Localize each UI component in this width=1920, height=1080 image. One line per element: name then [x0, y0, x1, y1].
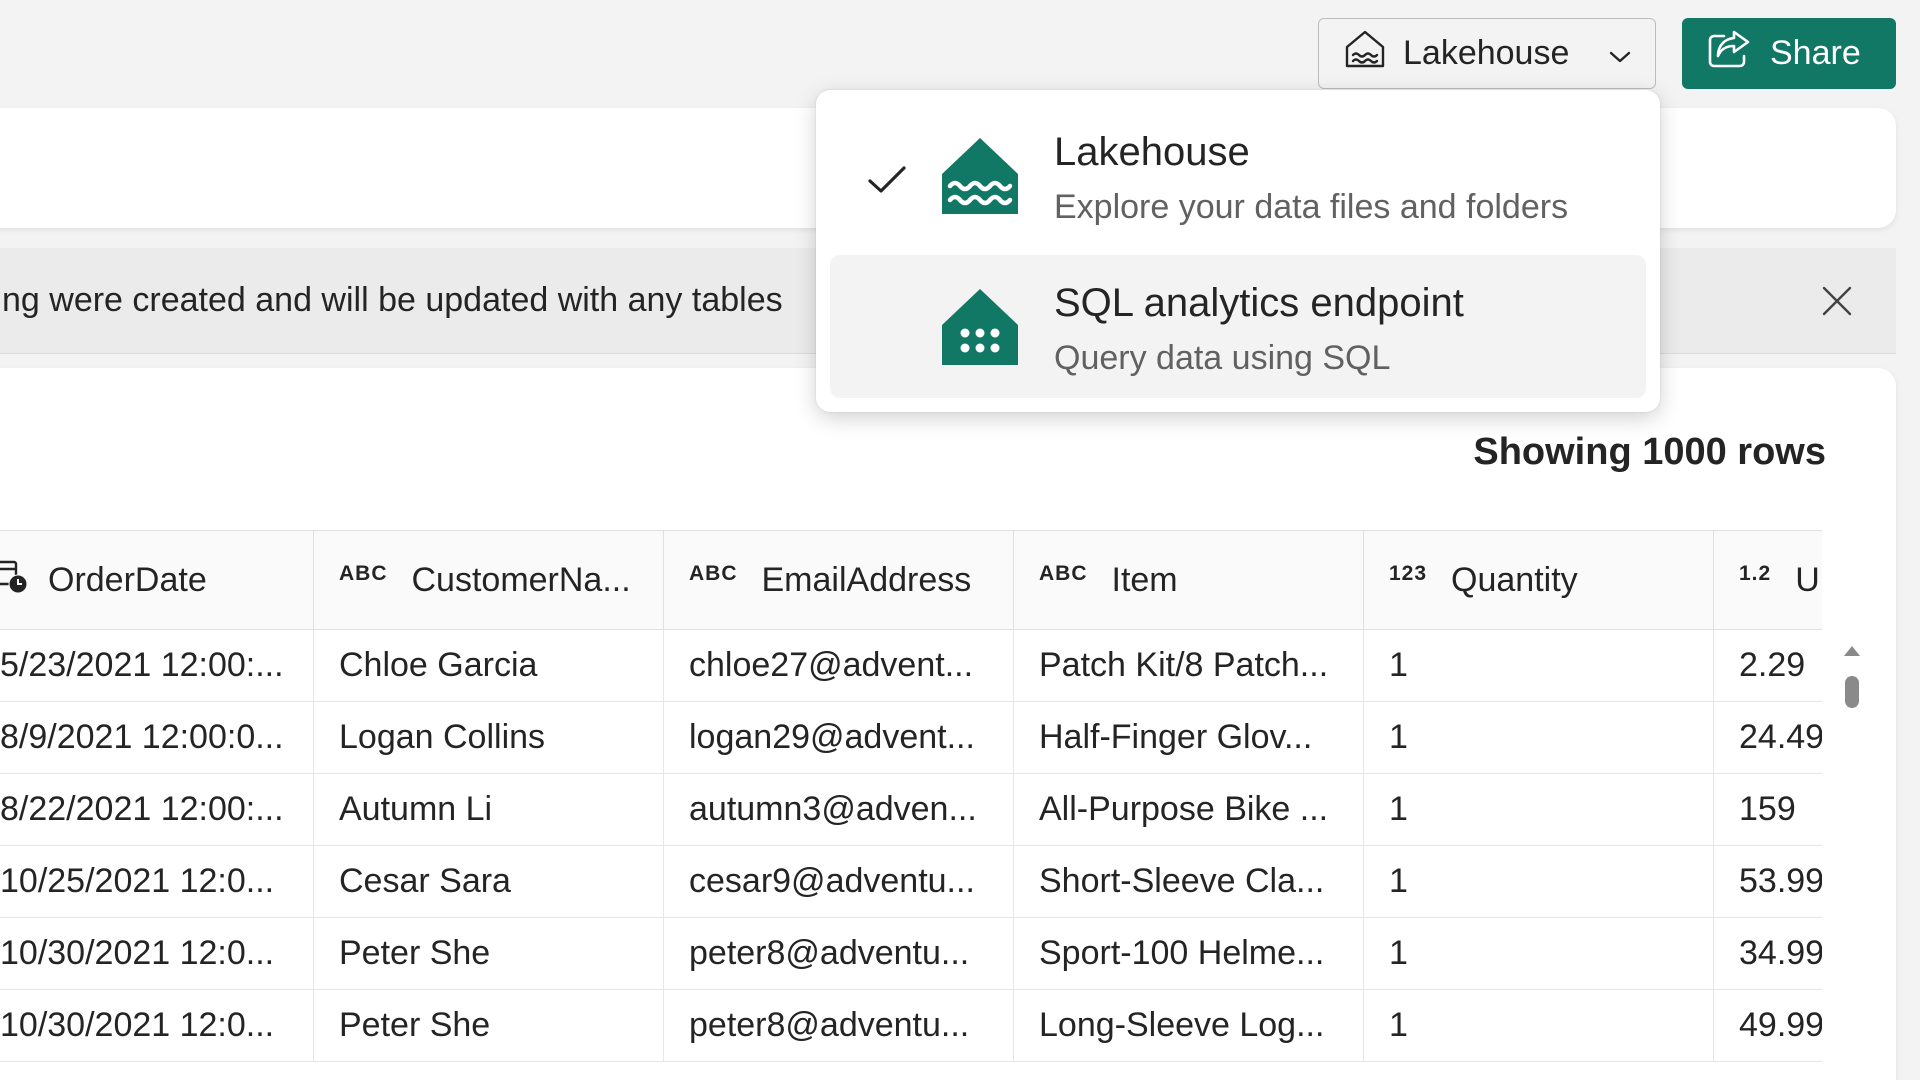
table-body: 5/23/2021 12:00:... Chloe Garcia chloe27… — [0, 630, 1822, 1062]
menu-item-subtitle: Explore your data files and folders — [1054, 188, 1569, 226]
menu-item-title: SQL analytics endpoint — [1054, 281, 1464, 325]
menu-item-text: SQL analytics endpoint Query data using … — [1054, 277, 1464, 383]
table-cell: logan29@advent... — [664, 702, 1014, 773]
table-cell: Autumn Li — [314, 774, 664, 845]
table-cell: Short-Sleeve Cla... — [1014, 846, 1364, 917]
rows-count-label: Showing 1000 rows — [1473, 431, 1826, 473]
menu-item-sql-analytics-endpoint[interactable]: SQL analytics endpoint Query data using … — [830, 255, 1646, 398]
table-cell: cesar9@adventu... — [664, 846, 1014, 917]
menu-item-subtitle: Query data using SQL — [1054, 339, 1391, 377]
text-type-badge: ABC — [689, 562, 738, 585]
checkmark-icon — [866, 164, 908, 196]
table-row[interactable]: 8/9/2021 12:00:0... Logan Collins logan2… — [0, 702, 1822, 774]
table-cell: 10/30/2021 12:0... — [0, 990, 314, 1061]
table-cell: 53.99 — [1739, 862, 1822, 900]
table-cell: Cesar Sara — [314, 846, 664, 917]
column-name: CustomerNa... — [411, 560, 631, 599]
table-row[interactable]: 10/30/2021 12:0... Peter She peter8@adve… — [0, 918, 1822, 990]
table-cell: 159 — [1739, 790, 1796, 828]
text-type-badge: ABC — [339, 562, 388, 585]
column-header-customername[interactable]: ABC CustomerNa... — [314, 531, 664, 629]
table-cell: Long-Sleeve Log... — [1014, 990, 1364, 1061]
share-label: Share — [1770, 34, 1861, 72]
scroll-thumb[interactable] — [1845, 676, 1859, 708]
table-cell: 5/23/2021 12:00:... — [0, 630, 314, 701]
menu-item-text: Lakehouse Explore your data files and fo… — [1054, 126, 1568, 232]
text-type-badge: ABC — [1039, 562, 1088, 585]
table-cell: Peter She — [314, 918, 664, 989]
table-cell: Chloe Garcia — [314, 630, 664, 701]
table-cell: 10/30/2021 12:0... — [0, 918, 314, 989]
table-row[interactable]: 5/23/2021 12:00:... Chloe Garcia chloe27… — [0, 630, 1822, 702]
banner-message: ng were created and will be updated with… — [2, 281, 783, 319]
table-cell: 49.99 — [1739, 1006, 1822, 1044]
menu-item-lakehouse[interactable]: Lakehouse Explore your data files and fo… — [830, 104, 1646, 247]
datetime-type-icon — [0, 556, 30, 605]
column-header-quantity[interactable]: 123 Quantity — [1364, 531, 1714, 629]
table-header: OrderDate ABC CustomerNa... ABC EmailAdd… — [0, 530, 1822, 630]
table-cell: 1 — [1364, 918, 1714, 989]
table-cell: 1 — [1364, 990, 1714, 1061]
table-cell: 10/25/2021 12:0... — [0, 846, 314, 917]
table-row[interactable]: 8/22/2021 12:00:... Autumn Li autumn3@ad… — [0, 774, 1822, 846]
table-row[interactable]: 10/25/2021 12:0... Cesar Sara cesar9@adv… — [0, 846, 1822, 918]
lakehouse-icon — [1343, 27, 1387, 80]
table-cell: peter8@adventu... — [664, 918, 1014, 989]
table-scrollbar[interactable] — [1840, 640, 1864, 1080]
table-cell: Half-Finger Glov... — [1014, 702, 1364, 773]
table-cell: 1 — [1364, 846, 1714, 917]
column-name: U — [1795, 560, 1820, 599]
table-cell: Logan Collins — [314, 702, 664, 773]
column-name: OrderDate — [48, 560, 207, 599]
menu-item-title: Lakehouse — [1054, 130, 1250, 174]
table-cell: peter8@adventu... — [664, 990, 1014, 1061]
column-header-orderdate[interactable]: OrderDate — [0, 531, 314, 629]
table-cell: 1 — [1364, 630, 1714, 701]
chevron-down-icon — [1609, 34, 1631, 73]
table-cell: 1 — [1364, 702, 1714, 773]
column-header-emailaddress[interactable]: ABC EmailAddress — [664, 531, 1014, 629]
table-cell: 8/9/2021 12:00:0... — [0, 702, 314, 773]
column-name: Item — [1111, 560, 1178, 599]
scroll-up-arrow-icon[interactable] — [1844, 646, 1860, 656]
lakehouse-view-label: Lakehouse — [1403, 34, 1570, 72]
sql-endpoint-icon — [938, 285, 1022, 369]
table-cell: All-Purpose Bike ... — [1014, 774, 1364, 845]
table-cell: Patch Kit/8 Patch... — [1014, 630, 1364, 701]
lakehouse-icon — [938, 134, 1022, 218]
column-header-unitprice[interactable]: 1.2 U — [1714, 531, 1822, 629]
column-name: EmailAddress — [761, 560, 972, 599]
table-cell: 2.29 — [1739, 646, 1806, 684]
view-switcher-menu: Lakehouse Explore your data files and fo… — [816, 90, 1660, 412]
share-icon — [1706, 28, 1752, 79]
close-icon[interactable] — [1814, 278, 1860, 324]
share-button[interactable]: Share — [1682, 18, 1896, 89]
integer-type-badge: 123 — [1389, 562, 1428, 585]
column-name: Quantity — [1451, 560, 1578, 599]
decimal-type-badge: 1.2 — [1739, 562, 1772, 585]
lakehouse-view-switcher[interactable]: Lakehouse — [1318, 18, 1656, 89]
table-cell: Peter She — [314, 990, 664, 1061]
table-cell: Sport-100 Helme... — [1014, 918, 1364, 989]
column-header-item[interactable]: ABC Item — [1014, 531, 1364, 629]
table-cell: chloe27@advent... — [664, 630, 1014, 701]
table-cell: 1 — [1364, 774, 1714, 845]
table-cell: 8/22/2021 12:00:... — [0, 774, 314, 845]
table-row[interactable]: 10/30/2021 12:0... Peter She peter8@adve… — [0, 990, 1822, 1062]
data-table: OrderDate ABC CustomerNa... ABC EmailAdd… — [0, 530, 1822, 1062]
table-cell: 34.99 — [1739, 934, 1822, 972]
table-cell: 24.49 — [1739, 718, 1822, 756]
table-cell: autumn3@adven... — [664, 774, 1014, 845]
